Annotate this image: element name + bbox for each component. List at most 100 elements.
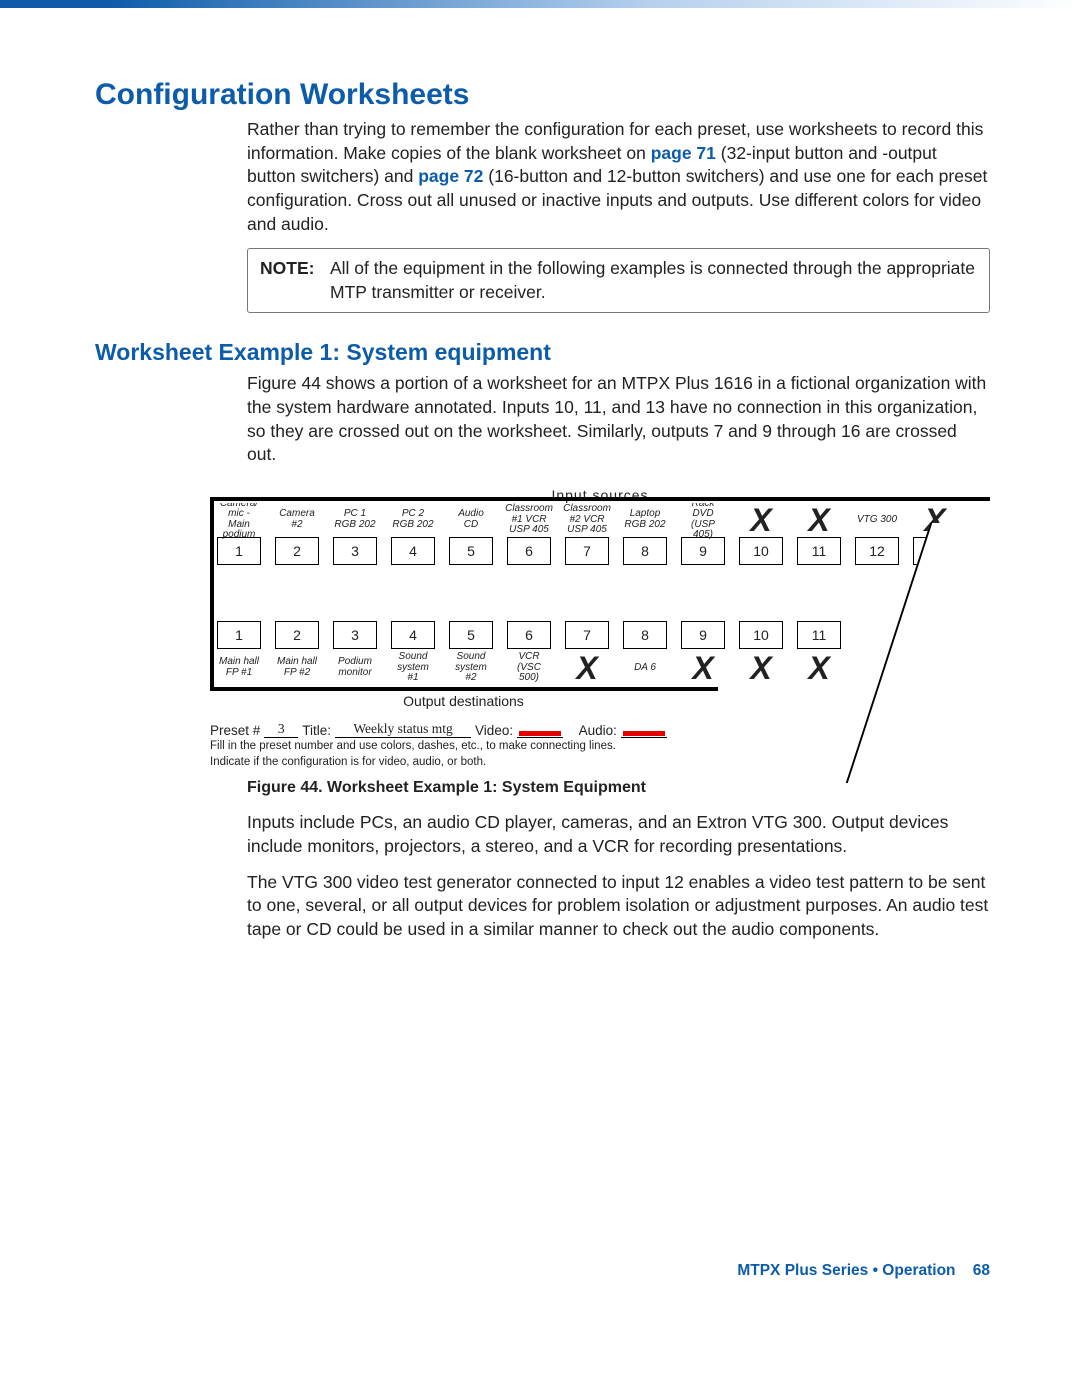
input-label: Audio CD — [458, 503, 484, 537]
output-destinations-label: Output destinations — [210, 693, 717, 709]
input-row: Camera/ mic - Main podium1 Camera #22 PC 1… — [214, 503, 990, 565]
input-cell: Camera #22 — [274, 503, 320, 565]
footer-series: MTPX Plus Series • Operation — [737, 1262, 955, 1279]
input-number: 4 — [391, 537, 435, 565]
input-label: Classroom #1 VCR USP 405 — [505, 503, 553, 537]
output-label: Main hall FP #2 — [277, 649, 317, 687]
output-cell: 3Podium monitor — [332, 621, 378, 687]
output-number: 7 — [565, 621, 609, 649]
input-label: PC 2 RGB 202 — [392, 503, 433, 537]
diagram-top-rule — [214, 497, 990, 501]
input-number: 7 — [565, 537, 609, 565]
input-cell: VTG 30012 — [854, 503, 900, 565]
output-label: VCR (VSC 500) — [506, 649, 552, 687]
crossed-out-output: X — [750, 649, 771, 687]
crossed-out-output: X — [808, 649, 829, 687]
section-heading: Configuration Worksheets — [95, 78, 990, 112]
output-cell: 2Main hall FP #2 — [274, 621, 320, 687]
output-cell: 6VCR (VSC 500) — [506, 621, 552, 687]
example1-p1: Figure 44 shows a portion of a worksheet… — [247, 372, 990, 467]
output-number: 1 — [217, 621, 261, 649]
input-label: Laptop RGB 202 — [624, 503, 665, 537]
output-cell: 1Main hall FP #1 — [216, 621, 262, 687]
subsection-heading: Worksheet Example 1: System equipment — [95, 339, 990, 366]
title-value: Weekly status mtg — [335, 721, 471, 738]
output-row: 1Main hall FP #1 2Main hall FP #2 3Podium … — [214, 621, 990, 687]
video-color-swatch — [517, 728, 563, 738]
input-label: Camera #2 — [279, 503, 315, 537]
example1-intro: Figure 44 shows a portion of a worksheet… — [247, 372, 990, 467]
input-cell: PC 1 RGB 2023 — [332, 503, 378, 565]
input-label: PC 1 RGB 202 — [334, 503, 375, 537]
title-label: Title: — [302, 723, 331, 738]
input-number: 8 — [623, 537, 667, 565]
output-label: DA 6 — [634, 649, 656, 687]
input-cell: Camera/ mic - Main podium1 — [216, 503, 262, 565]
after-figure-text: Inputs include PCs, an audio CD player, … — [247, 811, 990, 941]
output-cell: 11X — [796, 621, 842, 687]
input-cell: Classroom #1 VCR USP 4056 — [506, 503, 552, 565]
note-box: NOTE: All of the equipment in the follow… — [247, 248, 990, 313]
output-number: 6 — [507, 621, 551, 649]
page-71-link[interactable]: page 71 — [651, 143, 716, 163]
output-number: 11 — [797, 621, 841, 649]
output-label: Podium monitor — [338, 649, 372, 687]
input-number: 1 — [217, 537, 261, 565]
crossed-out-output: X — [692, 649, 713, 687]
figure-44-diagram: Input sources Camera/ mic - Main podium1… — [210, 481, 990, 770]
preset-label: Preset # — [210, 723, 260, 738]
input-number: 2 — [275, 537, 319, 565]
page-72-link[interactable]: page 72 — [418, 166, 483, 186]
page-content: Configuration Worksheets Rather than try… — [0, 78, 1080, 1310]
after-p1: Inputs include PCs, an audio CD player, … — [247, 811, 990, 858]
output-number: 3 — [333, 621, 377, 649]
input-cell: X10 — [738, 503, 784, 565]
input-cell: Rack DVD (USP 405)9 — [680, 503, 726, 565]
input-cell: PC 2 RGB 2024 — [390, 503, 436, 565]
diagram-bottom-rule — [214, 687, 718, 691]
output-number: 4 — [391, 621, 435, 649]
crossed-out-input: X — [808, 503, 829, 537]
input-number: 12 — [855, 537, 899, 565]
crossed-out-output: X — [576, 649, 597, 687]
output-cell: 9X — [680, 621, 726, 687]
input-number: 9 — [681, 537, 725, 565]
input-number: 5 — [449, 537, 493, 565]
input-label: Classroom #2 VCR USP 405 — [563, 503, 611, 537]
video-label: Video: — [475, 723, 513, 738]
preset-number-value: 3 — [264, 721, 298, 738]
output-cell: 10X — [738, 621, 784, 687]
input-number: 10 — [739, 537, 783, 565]
audio-color-swatch — [621, 728, 667, 738]
output-cell: 4Sound system #1 — [390, 621, 436, 687]
output-cell: 5Sound system #2 — [448, 621, 494, 687]
crossed-out-input: X — [750, 503, 771, 537]
input-label: Camera/ mic - Main podium — [216, 503, 262, 537]
output-label: Sound system #1 — [397, 649, 429, 687]
after-p2: The VTG 300 video test generator connect… — [247, 871, 990, 942]
page-top-accent — [0, 0, 1080, 8]
input-cell: X11 — [796, 503, 842, 565]
intro-paragraph: Rather than trying to remember the confi… — [247, 118, 990, 236]
output-number: 2 — [275, 621, 319, 649]
input-number: 3 — [333, 537, 377, 565]
output-number: 10 — [739, 621, 783, 649]
output-cell: 7X — [564, 621, 610, 687]
output-cell: 8DA 6 — [622, 621, 668, 687]
input-cell: Laptop RGB 2028 — [622, 503, 668, 565]
note-label: NOTE: — [260, 257, 330, 304]
output-label: Sound system #2 — [455, 649, 487, 687]
output-number: 8 — [623, 621, 667, 649]
page-footer: MTPX Plus Series • Operation 68 — [95, 1262, 990, 1310]
input-number: 6 — [507, 537, 551, 565]
output-number: 9 — [681, 621, 725, 649]
output-number: 5 — [449, 621, 493, 649]
output-label: Main hall FP #1 — [219, 649, 259, 687]
note-text: All of the equipment in the following ex… — [330, 257, 977, 304]
footer-page-number: 68 — [973, 1262, 990, 1279]
input-number: 11 — [797, 537, 841, 565]
audio-label: Audio: — [579, 723, 617, 738]
input-label: VTG 300 — [857, 503, 897, 537]
input-label: Rack DVD (USP 405) — [680, 503, 726, 537]
input-cell: Classroom #2 VCR USP 4057 — [564, 503, 610, 565]
